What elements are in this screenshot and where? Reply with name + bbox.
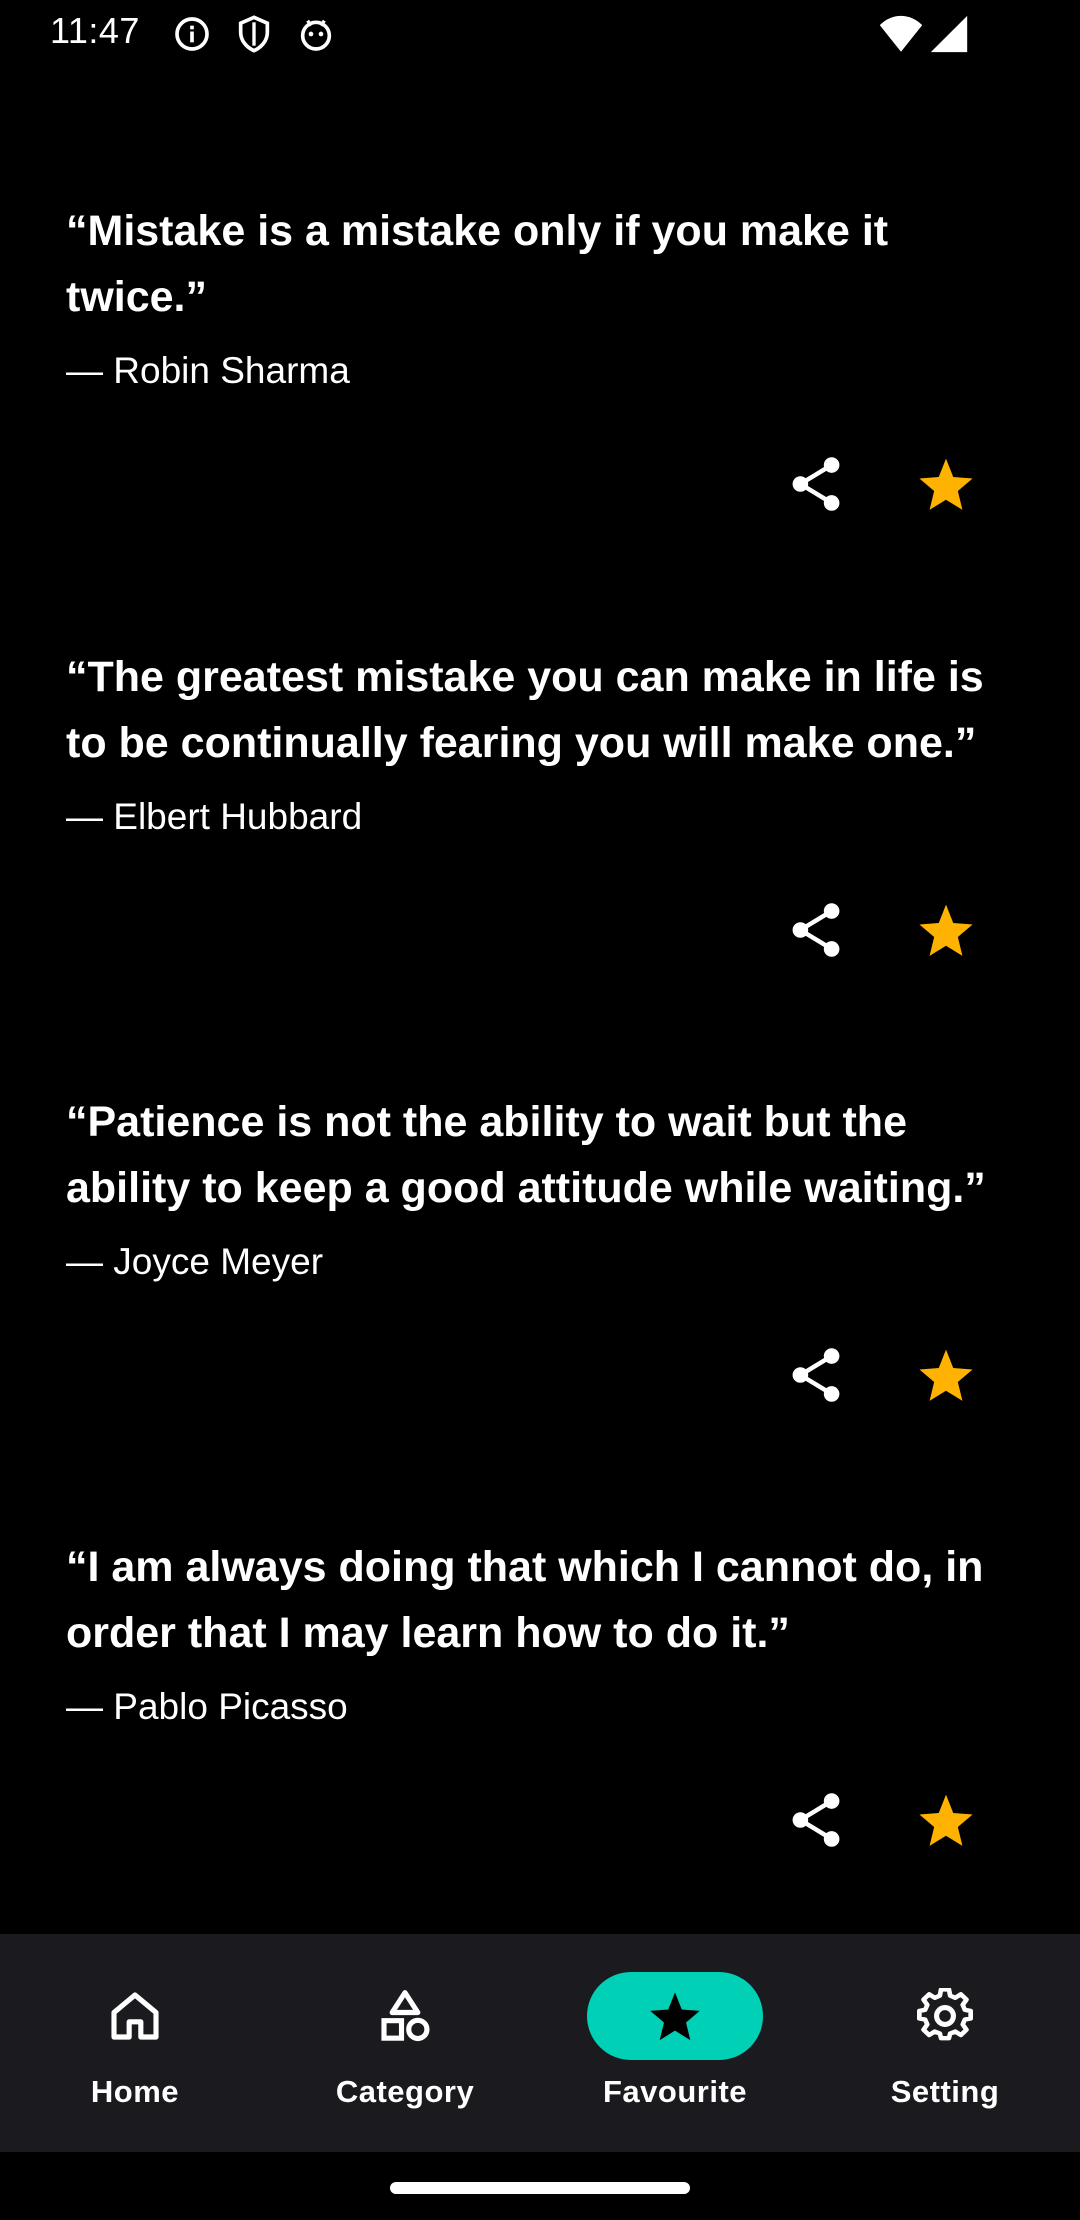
share-button[interactable] [784, 1788, 848, 1852]
quote-author: — Elbert Hubbard [66, 796, 363, 837]
quote-author: — Robin Sharma [66, 350, 350, 391]
gesture-area [0, 2152, 1080, 2220]
nav-icon-container [857, 1972, 1033, 2060]
favourite-button[interactable] [914, 452, 978, 516]
gear-icon [917, 1988, 973, 2041]
signal-icon [928, 14, 970, 54]
nav-label-category: Category [335, 2074, 475, 2109]
wifi-icon [878, 14, 924, 54]
share-button[interactable] [784, 898, 848, 962]
nav-item-category[interactable]: Category [270, 1934, 540, 2152]
status-bar: 11:47 [0, 0, 1080, 64]
nav-active-indicator [587, 1972, 763, 2060]
home-icon [111, 1992, 159, 2040]
favourite-button[interactable] [914, 898, 978, 962]
share-button[interactable] [784, 1343, 848, 1407]
favourite-button[interactable] [914, 1343, 978, 1407]
nav-item-home[interactable]: Home [0, 1934, 270, 2152]
nav-label-setting: Setting [890, 2074, 1000, 2109]
share-button[interactable] [784, 452, 848, 516]
share-icon [792, 457, 840, 511]
share-icon [792, 903, 840, 957]
star-icon [650, 1992, 700, 2041]
nav-label-favourite: Favourite [602, 2074, 748, 2109]
quote-text: “Mistake is a mistake only if you make i… [66, 207, 889, 321]
status-time: 11:47 [50, 10, 140, 51]
quote-card: “Mistake is a mistake only if you make i… [0, 64, 1080, 511]
shield-icon [234, 14, 274, 54]
quote-text: “The greatest mistake you can make in li… [66, 653, 984, 767]
quote-card: “Patience is not the ability to wait but… [0, 955, 1080, 1402]
android-debug-icon [296, 14, 336, 54]
nav-icon-container [47, 1972, 223, 2060]
quote-text: “I am always doing that which I cannot d… [66, 1543, 984, 1657]
nav-item-favourite[interactable]: Favourite [540, 1934, 810, 2152]
star-icon [919, 1349, 973, 1401]
star-icon [919, 458, 973, 510]
info-icon [172, 14, 212, 54]
nav-item-setting[interactable]: Setting [810, 1934, 1080, 2152]
star-icon [919, 904, 973, 956]
quote-card: “I am always doing that which I cannot d… [0, 1400, 1080, 1847]
shapes-icon [381, 1990, 430, 2042]
nav-label-home: Home [90, 2074, 180, 2109]
home-gesture-handle[interactable] [390, 2182, 690, 2194]
share-icon [792, 1793, 840, 1847]
quote-card: “The greatest mistake you can make in li… [0, 510, 1080, 957]
bottom-navigation: Home Category Favourite Setting [0, 1934, 1080, 2152]
star-icon [919, 1794, 973, 1846]
quote-author: — Pablo Picasso [66, 1686, 348, 1727]
quote-author: — Joyce Meyer [66, 1241, 324, 1282]
share-icon [792, 1348, 840, 1402]
quote-text: “Patience is not the ability to wait but… [66, 1098, 986, 1212]
favourite-button[interactable] [914, 1788, 978, 1852]
nav-icon-container [317, 1972, 493, 2060]
